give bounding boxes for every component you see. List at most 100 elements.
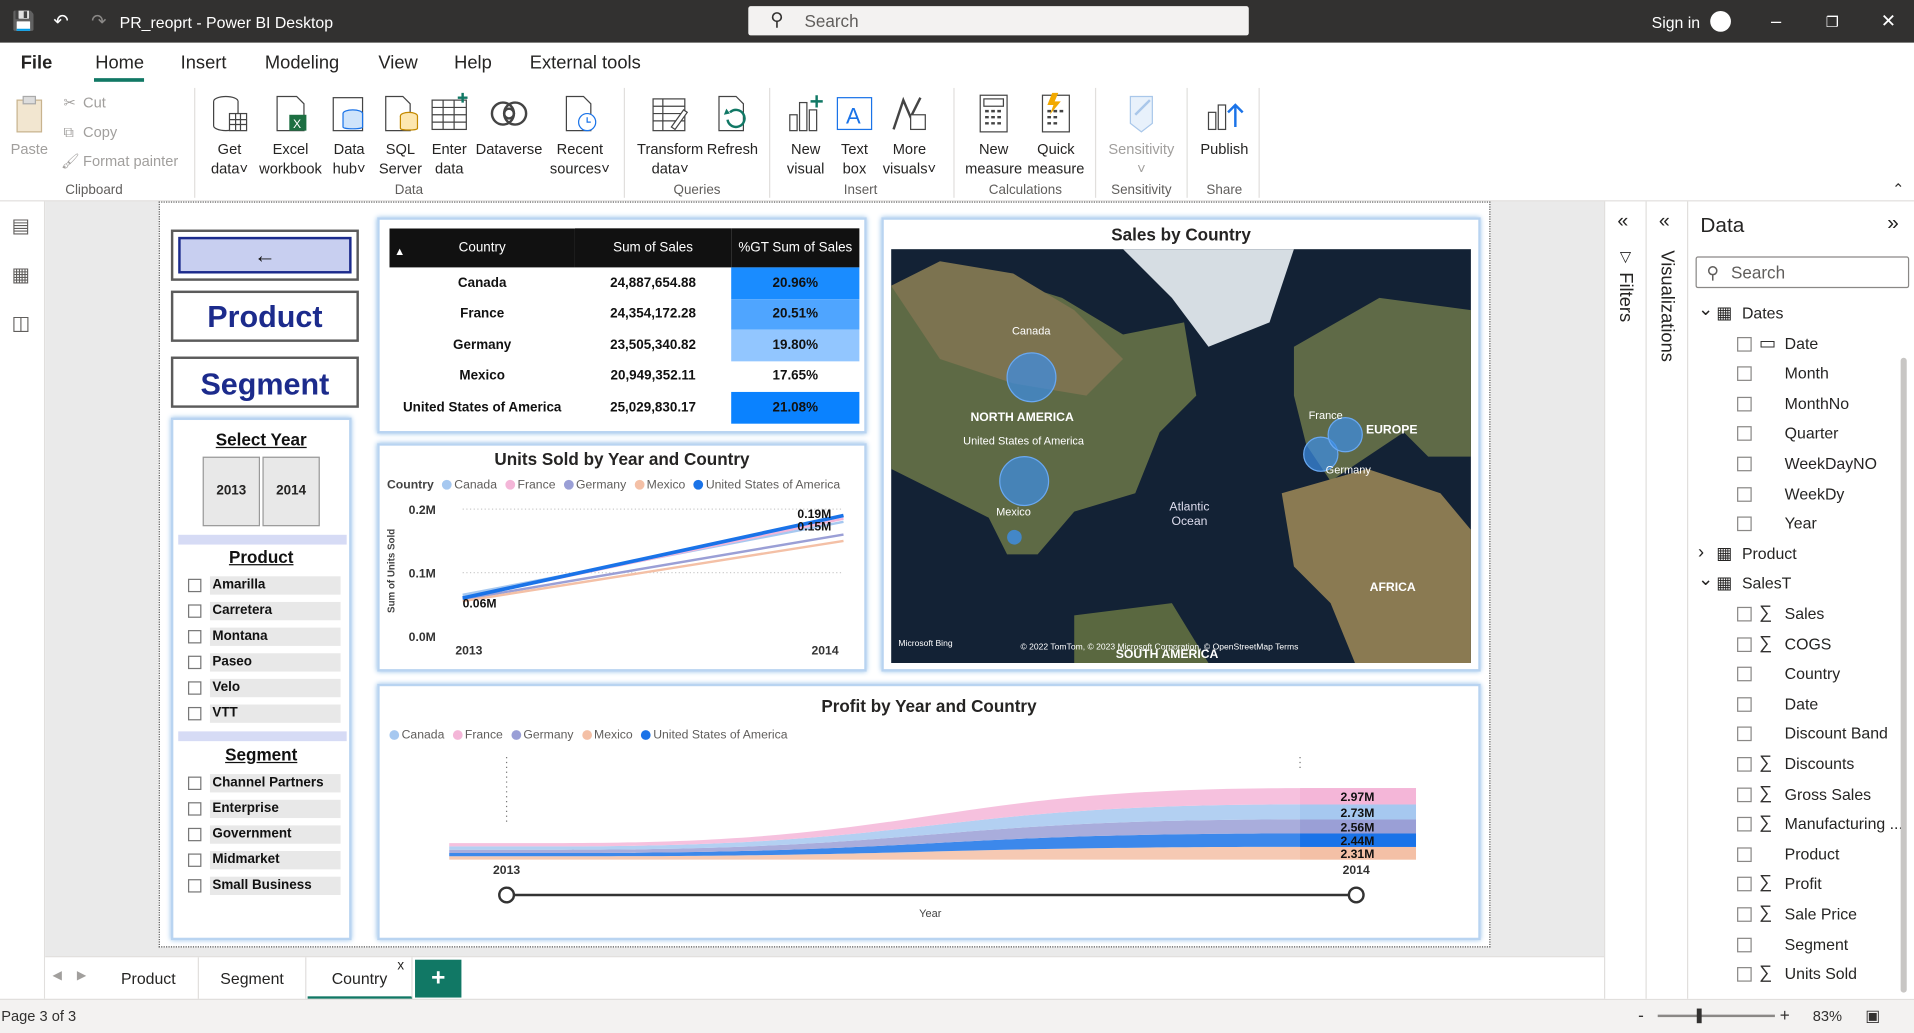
minimize-icon[interactable]: – xyxy=(1765,11,1787,33)
table-row[interactable]: United States of America 25,029,830.17 21.… xyxy=(389,391,860,424)
format-painter-button[interactable]: Format painter xyxy=(83,153,178,170)
map-bubble[interactable] xyxy=(1006,352,1057,403)
segment-nav-button[interactable]: Segment xyxy=(170,356,359,408)
map-bubble[interactable] xyxy=(999,456,1050,507)
map-visual[interactable]: Sales by Country Canada NORTH AMERICA Un… xyxy=(881,217,1481,672)
field-checkbox[interactable] xyxy=(1737,787,1752,802)
new-visual-button[interactable]: New visual xyxy=(781,93,830,178)
column-header-country[interactable]: ▲ Country xyxy=(389,228,575,268)
publish-button[interactable]: Publish xyxy=(1196,93,1252,159)
sales-table-visual[interactable]: ▲ Country Sum of Sales %GT Sum of Sales C… xyxy=(377,217,867,434)
map-bubble[interactable] xyxy=(1327,416,1363,453)
cut-button[interactable]: Cut xyxy=(83,94,106,111)
chevron-down-icon[interactable]: ⌄ xyxy=(1698,298,1713,320)
dataverse-button[interactable]: Dataverse xyxy=(474,93,545,159)
undo-icon[interactable]: ↶ xyxy=(50,11,72,33)
new-measure-button[interactable]: New measure xyxy=(964,93,1023,178)
map-attribution[interactable]: © 2022 TomTom, © 2023 Microsoft Corporat… xyxy=(1021,643,1299,652)
series-line[interactable] xyxy=(462,533,844,601)
quick-measure-button[interactable]: Quick measure xyxy=(1025,92,1086,178)
column-header-sales[interactable]: Sum of Sales xyxy=(574,228,732,268)
restore-icon[interactable]: ❐ xyxy=(1821,11,1843,33)
enter-data-button[interactable]: Enter data xyxy=(427,92,471,178)
redo-icon[interactable]: ↷ xyxy=(88,11,110,33)
series-line[interactable] xyxy=(462,539,844,603)
close-tab-icon[interactable]: x xyxy=(397,945,404,988)
sign-in-link[interactable]: Sign in xyxy=(1652,13,1701,31)
tab-view[interactable]: View xyxy=(378,53,417,74)
field-checkbox[interactable] xyxy=(1737,396,1752,412)
field-checkbox[interactable] xyxy=(1737,847,1752,862)
checkbox[interactable] xyxy=(187,630,202,644)
field-checkbox[interactable] xyxy=(1737,606,1752,622)
page-tab-country[interactable]: Country x xyxy=(307,957,413,1000)
field-checkbox[interactable] xyxy=(1737,757,1752,772)
collapse-data-pane-icon[interactable]: » xyxy=(1887,211,1899,235)
model-view-icon[interactable]: ◫ xyxy=(9,311,33,335)
report-view-icon[interactable]: ▤ xyxy=(9,214,33,238)
checkbox[interactable] xyxy=(187,827,202,842)
checkbox[interactable] xyxy=(187,681,202,695)
tab-home[interactable]: Home xyxy=(95,53,144,74)
field-checkbox[interactable] xyxy=(1737,937,1752,952)
avatar[interactable] xyxy=(1710,10,1731,32)
zoom-in-icon[interactable]: + xyxy=(1780,1005,1790,1025)
units-chart-plot[interactable]: 0.0M0.1M0.2M2013 20140.06M0.19M0.15M xyxy=(380,446,865,669)
tab-modeling[interactable]: Modeling xyxy=(265,53,339,74)
checkbox[interactable] xyxy=(187,604,202,618)
save-icon[interactable]: 💾 xyxy=(12,11,35,33)
checkbox[interactable] xyxy=(187,578,202,593)
checkbox[interactable] xyxy=(187,853,202,867)
get-data-button[interactable]: Get data˅ xyxy=(203,93,257,178)
close-icon[interactable]: ✕ xyxy=(1877,11,1899,33)
field-checkbox[interactable] xyxy=(1737,426,1752,442)
checkbox[interactable] xyxy=(187,879,202,893)
collapse-ribbon-icon[interactable]: ⌃ xyxy=(1892,181,1904,198)
filters-pane-collapsed[interactable]: « ▽ Filters xyxy=(1603,201,1646,999)
year-2014-tile[interactable]: 2014 xyxy=(262,456,320,527)
year-2013-tile[interactable]: 2013 xyxy=(202,456,261,527)
tab-file[interactable]: File xyxy=(21,53,53,74)
field-checkbox[interactable] xyxy=(1737,456,1752,472)
zoom-slider[interactable] xyxy=(1657,1014,1775,1018)
map-bubble[interactable] xyxy=(1007,529,1022,545)
product-nav-button[interactable]: Product xyxy=(170,290,359,342)
expand-visualizations-icon[interactable]: « xyxy=(1659,211,1670,233)
series-line[interactable] xyxy=(462,513,844,600)
field-checkbox[interactable] xyxy=(1737,817,1752,832)
sql-server-button[interactable]: SQL Server xyxy=(376,93,425,178)
data-pane-scrollbar[interactable] xyxy=(1900,357,1907,993)
sensitivity-button[interactable]: Sensitivity ˅ xyxy=(1104,93,1180,178)
tab-insert[interactable]: Insert xyxy=(181,53,227,74)
slider-handle-start[interactable] xyxy=(498,886,516,904)
add-page-button[interactable]: + xyxy=(415,959,462,998)
field-checkbox[interactable] xyxy=(1737,486,1752,502)
field-checkbox[interactable] xyxy=(1737,336,1752,352)
data-hub-button[interactable]: Data hub˅ xyxy=(327,93,371,178)
field-checkbox[interactable] xyxy=(1737,696,1752,712)
checkbox[interactable] xyxy=(187,802,202,816)
table-row[interactable]: Mexico 20,949,352.11 17.65% xyxy=(389,360,860,392)
expand-filters-icon[interactable]: « xyxy=(1617,211,1628,233)
chevron-down-icon[interactable]: ⌄ xyxy=(1698,568,1713,590)
data-search-input[interactable]: ⚲ Search xyxy=(1695,256,1910,289)
field-checkbox[interactable] xyxy=(1737,636,1752,652)
field-checkbox[interactable] xyxy=(1737,726,1752,742)
chevron-right-icon[interactable]: › xyxy=(1698,542,1704,563)
text-box-button[interactable]: A Text box xyxy=(833,93,877,178)
profit-area-chart[interactable]: Profit by Year and Country Canada France… xyxy=(377,683,1481,941)
field-checkbox[interactable] xyxy=(1737,877,1752,892)
excel-workbook-button[interactable]: X Excel workbook xyxy=(256,93,324,178)
table-row[interactable]: Germany 23,505,340.82 19.80% xyxy=(389,329,860,361)
zoom-out-icon[interactable]: - xyxy=(1638,1005,1644,1025)
transform-data-button[interactable]: Transform data˅ xyxy=(632,93,708,178)
refresh-button[interactable]: Refresh xyxy=(706,93,760,159)
table-row[interactable]: France 24,354,172.28 20.51% xyxy=(389,298,860,330)
checkbox[interactable] xyxy=(187,655,202,670)
more-visuals-button[interactable]: More visuals˅ xyxy=(879,93,940,178)
table-view-icon[interactable]: ▦ xyxy=(9,263,33,287)
map-canvas[interactable] xyxy=(891,249,1471,664)
field-checkbox[interactable] xyxy=(1737,366,1752,382)
page-tab-product[interactable]: Product xyxy=(99,957,199,1000)
column-header-pct[interactable]: %GT Sum of Sales xyxy=(731,228,860,268)
